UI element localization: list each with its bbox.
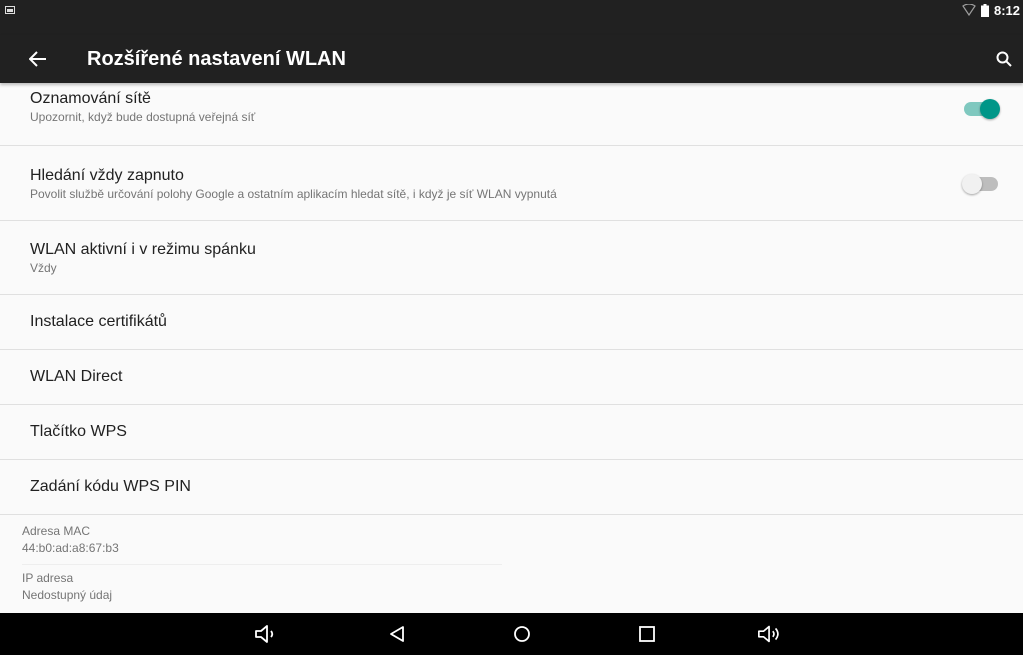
volume-down-icon[interactable] (253, 622, 279, 646)
arrow-back-icon[interactable] (24, 45, 52, 73)
info-label: IP adresa (22, 571, 74, 585)
setting-wlan-direct[interactable]: WLAN Direct (0, 350, 1023, 405)
setting-wps-pin[interactable]: Zadání kódu WPS PIN (0, 460, 1023, 515)
network-notification-toggle[interactable] (964, 99, 1000, 119)
setting-network-notification[interactable]: Oznamování sítě Upozornit, když bude dos… (0, 83, 1023, 146)
toggle-thumb (980, 99, 1000, 119)
setting-title: Oznamování sítě (30, 90, 151, 107)
info-value: 44:b0:ad:a8:67:b3 (22, 541, 119, 555)
setting-title: Hledání vždy zapnuto (30, 167, 184, 184)
setting-wifi-sleep[interactable]: WLAN aktivní i v režimu spánku Vždy (0, 221, 1023, 295)
setting-title: WLAN Direct (30, 368, 123, 385)
page-title: Rozšířené nastavení WLAN (87, 48, 346, 70)
info-mac-address: Adresa MAC 44:b0:ad:a8:67:b3 (22, 524, 502, 565)
info-ip-address: IP adresa Nedostupný údaj (22, 571, 502, 611)
setting-wps-button[interactable]: Tlačítko WPS (0, 405, 1023, 460)
recents-icon[interactable] (634, 622, 660, 646)
setting-title: Instalace certifikátů (30, 313, 167, 330)
volume-up-icon[interactable] (757, 622, 783, 646)
navigation-bar (0, 613, 1023, 655)
setting-title: Zadání kódu WPS PIN (30, 478, 191, 495)
info-value: Nedostupný údaj (22, 588, 113, 602)
back-icon[interactable] (384, 622, 410, 646)
setting-summary: Vždy (30, 261, 57, 275)
setting-title: Tlačítko WPS (30, 423, 127, 440)
settings-list: Oznamování sítě Upozornit, když bude dos… (0, 83, 1023, 515)
toggle-thumb (962, 174, 982, 194)
app-toolbar: Rozšířené nastavení WLAN (0, 35, 1023, 83)
setting-scanning-always[interactable]: Hledání vždy zapnuto Povolit službě určo… (0, 146, 1023, 221)
info-label: Adresa MAC (22, 524, 91, 538)
image-notification-icon (5, 6, 15, 14)
wifi-icon (962, 4, 976, 16)
home-icon[interactable] (509, 622, 535, 646)
setting-title: WLAN aktivní i v režimu spánku (30, 241, 256, 258)
battery-icon (980, 3, 989, 17)
status-bar: 8:12 (0, 0, 1023, 35)
status-indicators: 8:12 (962, 0, 1020, 20)
setting-summary: Povolit službě určování polohy Google a … (30, 187, 557, 201)
search-icon[interactable] (991, 46, 1017, 72)
clock: 8:12 (993, 2, 1020, 18)
setting-install-certificates[interactable]: Instalace certifikátů (0, 295, 1023, 350)
setting-summary: Upozornit, když bude dostupná veřejná sí… (30, 110, 256, 124)
scanning-always-toggle[interactable] (962, 174, 998, 194)
